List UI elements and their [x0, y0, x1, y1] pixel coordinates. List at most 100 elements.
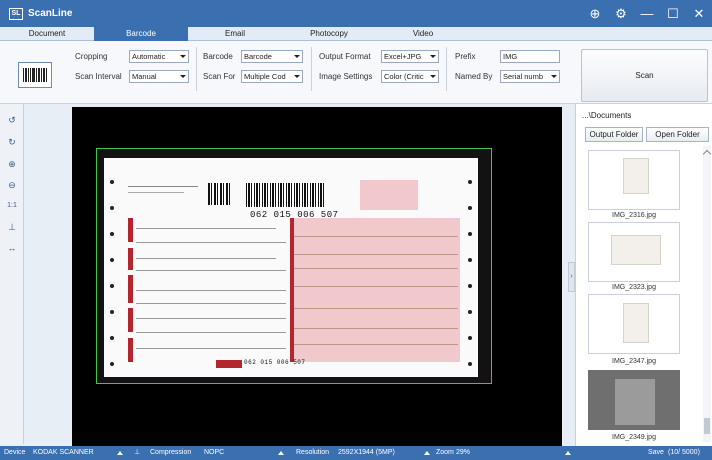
panel-collapse-handle[interactable]: ›	[568, 262, 575, 292]
form-row-rule	[136, 270, 286, 271]
file-panel: ...\Documents Output Folder Open Folder …	[575, 104, 712, 446]
globe-icon[interactable]: ⊕	[582, 6, 608, 22]
cropping-value: Automatic	[132, 52, 166, 61]
form-section-marker	[128, 248, 133, 270]
form-row-rule	[136, 242, 286, 243]
divider	[446, 47, 447, 91]
sprocket-hole	[110, 180, 114, 184]
form-pink-area	[290, 218, 460, 362]
app-logo: SL	[9, 7, 23, 20]
thumbnail[interactable]	[588, 150, 680, 210]
form-row-rule	[136, 318, 286, 319]
cropping-select[interactable]: Automatic	[129, 50, 189, 63]
barcode-select[interactable]: Barcode	[241, 50, 303, 63]
chevron-down-icon	[180, 55, 186, 58]
scan-for-label: Scan For	[203, 72, 236, 81]
settings-icon[interactable]: ⚙	[608, 6, 634, 22]
sprocket-hole	[468, 180, 472, 184]
thumbnail-name: IMG_2323.jpg	[612, 284, 656, 291]
qr-code	[208, 183, 230, 205]
scan-for-value: Multiple Cod	[244, 72, 286, 81]
sprocket-hole	[110, 284, 114, 288]
chevron-down-icon	[294, 75, 300, 78]
scan-for-select[interactable]: Multiple Cod	[241, 70, 303, 83]
resolution-value[interactable]: 2592X1944 (5MP)	[338, 446, 395, 460]
sprocket-hole	[110, 232, 114, 236]
scrollbar-thumb[interactable]	[704, 418, 710, 434]
divider	[311, 47, 312, 91]
chevron-up-icon[interactable]	[565, 451, 571, 455]
barcode-value: Barcode	[244, 52, 272, 61]
sprocket-hole	[110, 362, 114, 366]
app-title: ScanLine	[28, 8, 73, 19]
scan-interval-label: Scan Interval	[75, 72, 122, 81]
output-format-select[interactable]: Excel+JPG	[381, 50, 439, 63]
zoom-value[interactable]: 29%	[456, 446, 470, 460]
thumbnail-name: IMG_2316.jpg	[612, 212, 656, 219]
named-by-value: Serial numb	[503, 72, 544, 81]
thumbnail-name: IMG_2349.jpg	[612, 434, 656, 441]
close-icon[interactable]: ✕	[686, 6, 712, 22]
zoom-out-icon[interactable]: ⊖	[5, 178, 19, 192]
form-row-rule	[294, 344, 458, 345]
chevron-up-icon[interactable]	[424, 451, 430, 455]
form-row-rule	[294, 236, 458, 237]
image-settings-select[interactable]: Color (Critic	[381, 70, 439, 83]
form-row-rule	[294, 308, 458, 309]
divider	[196, 47, 197, 91]
chevron-down-icon	[551, 75, 557, 78]
zoom-in-icon[interactable]: ⊕	[5, 157, 19, 171]
form-row-rule	[294, 286, 458, 287]
sprocket-hole	[110, 258, 114, 262]
tab-barcode[interactable]: Barcode	[94, 27, 188, 41]
form-header-rule	[128, 192, 184, 193]
sprocket-hole	[468, 206, 472, 210]
chevron-up-icon[interactable]	[117, 451, 123, 455]
barcode-mode-icon[interactable]	[18, 62, 52, 88]
minimize-icon[interactable]: —	[634, 6, 660, 21]
chevron-up-icon[interactable]	[278, 451, 284, 455]
open-folder-button[interactable]: Open Folder	[646, 127, 709, 142]
chevron-down-icon	[180, 75, 186, 78]
cropping-label: Cropping	[75, 52, 108, 61]
status-bar: Device KODAK SCANNER ⊥ Compression NOPC …	[0, 446, 712, 460]
thumbnail-selected[interactable]	[588, 370, 680, 430]
fit-width-icon[interactable]: ↔	[5, 241, 19, 255]
stamp-icon[interactable]: ⊥	[5, 220, 19, 234]
prefix-label: Prefix	[455, 52, 476, 61]
maximize-icon[interactable]: ☐	[660, 6, 686, 22]
tab-photocopy[interactable]: Photocopy	[282, 27, 376, 41]
thumbnail[interactable]	[588, 294, 680, 354]
form-row-rule	[136, 258, 276, 259]
prefix-input[interactable]: IMG	[500, 50, 560, 63]
thumbnail-scrollbar[interactable]	[702, 146, 712, 442]
scan-interval-value: Manual	[132, 72, 157, 81]
scroll-up-icon[interactable]	[702, 149, 712, 159]
sprocket-hole	[110, 336, 114, 340]
barcode-number: 062 015 006 507	[250, 210, 339, 220]
mode-tabs: Document Barcode Email Photocopy Video	[0, 27, 712, 41]
form-pink-box	[360, 180, 418, 210]
actual-size-icon[interactable]: 1:1	[5, 199, 19, 213]
tab-email[interactable]: Email	[188, 27, 282, 41]
form-row-rule	[294, 328, 458, 329]
tab-video[interactable]: Video	[376, 27, 470, 41]
scan-interval-select[interactable]: Manual	[129, 70, 189, 83]
device-value[interactable]: KODAK SCANNER	[33, 446, 94, 460]
image-settings-label: Image Settings	[319, 72, 373, 81]
compression-value[interactable]: NOPC	[204, 446, 224, 460]
output-folder-button[interactable]: Output Folder	[585, 127, 643, 142]
scan-button[interactable]: Scan	[581, 49, 708, 102]
window-controls: ⊕ ⚙ — ☐ ✕	[582, 0, 712, 27]
thumbnail-image	[611, 235, 661, 265]
rotate-left-icon[interactable]: ↺	[5, 113, 19, 127]
form-footer-stamp	[216, 360, 242, 368]
sprocket-hole	[468, 284, 472, 288]
tab-document[interactable]: Document	[0, 27, 94, 41]
thumbnail[interactable]	[588, 222, 680, 282]
rotate-right-icon[interactable]: ↻	[5, 135, 19, 149]
named-by-select[interactable]: Serial numb	[500, 70, 560, 83]
sprocket-hole	[110, 206, 114, 210]
form-row-rule	[136, 228, 276, 229]
form-header-rule	[128, 186, 198, 187]
